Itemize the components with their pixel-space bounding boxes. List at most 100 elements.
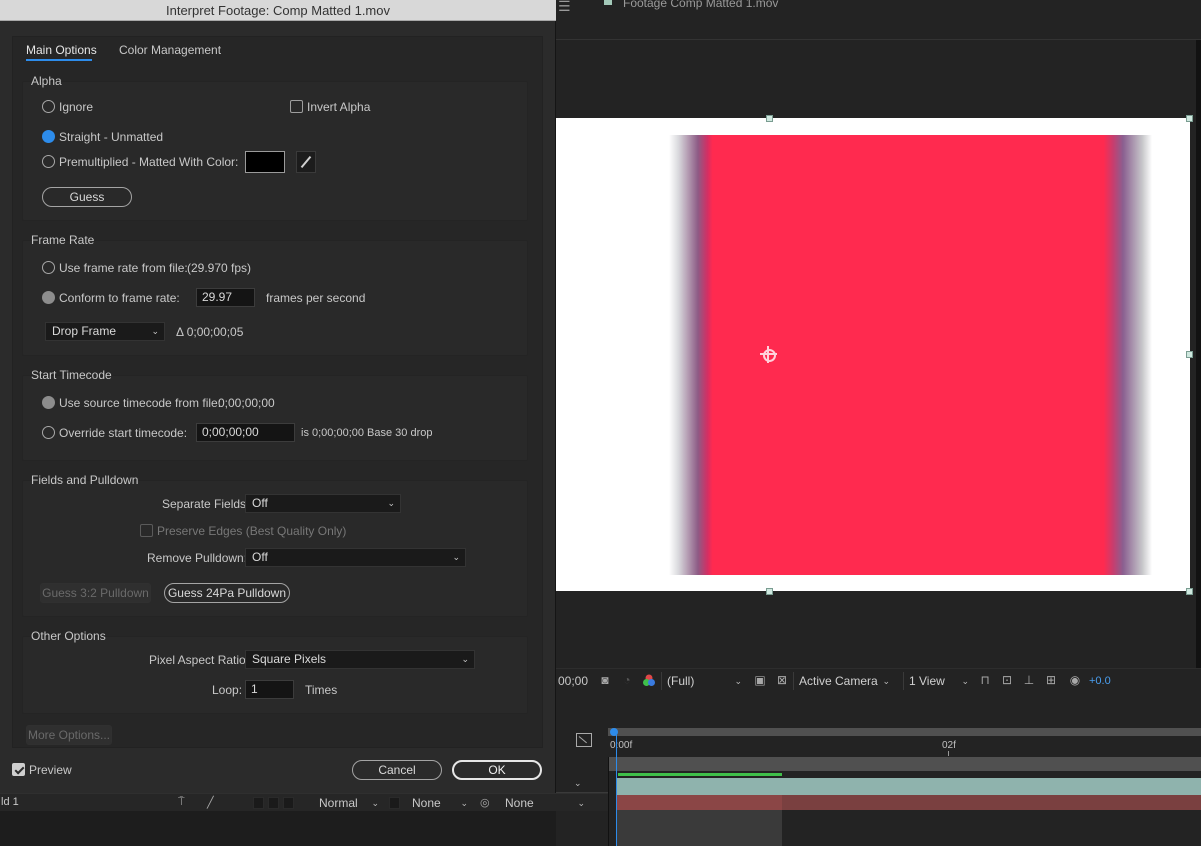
separate-fields-value: Off xyxy=(252,496,268,510)
resolution-dropdown[interactable]: (Full) ⌄ xyxy=(661,672,746,690)
work-area-bar[interactable] xyxy=(608,728,1201,736)
alpha-straight-radio[interactable] xyxy=(42,130,55,143)
cache-indicator xyxy=(618,773,782,776)
pick-whip-icon[interactable]: ◎ xyxy=(480,796,490,809)
transparency-grid-icon[interactable]: ⊠ xyxy=(775,674,789,687)
remove-pulldown-dropdown[interactable]: Off ⌄ xyxy=(245,548,466,567)
tab-main-options[interactable]: Main Options xyxy=(26,43,97,57)
chevron-down-icon: ⌄ xyxy=(961,676,969,686)
more-options-button[interactable]: More Options... xyxy=(26,725,112,745)
timeline-start-label: 0:00f xyxy=(610,740,633,751)
parent-dropdown[interactable]: None ⌄ xyxy=(505,795,587,811)
cancel-button[interactable]: Cancel xyxy=(352,760,442,780)
loop-input[interactable]: 1 xyxy=(245,680,294,699)
file-frame-rate-value: (29.970 fps) xyxy=(187,261,252,275)
timeline-icon[interactable]: ⊥ xyxy=(1022,674,1036,687)
track-matte-dropdown[interactable]: None ⌄ xyxy=(412,795,470,811)
switch-slot[interactable] xyxy=(268,797,279,809)
view-layout-dropdown[interactable]: 1 View ⌄ xyxy=(903,672,973,690)
layer-bar-1[interactable] xyxy=(617,778,1201,795)
preserve-edges-checkbox[interactable] xyxy=(140,524,153,537)
layer-name: ld 1 xyxy=(1,796,19,808)
override-timecode-input[interactable]: 0;00;00;00 xyxy=(196,423,295,442)
use-source-timecode-radio[interactable] xyxy=(42,396,55,409)
layer-header-dropdown[interactable]: ⌄ xyxy=(556,776,608,793)
preserve-transparency-toggle[interactable] xyxy=(389,797,400,809)
separate-fields-dropdown[interactable]: Off ⌄ xyxy=(245,494,401,513)
comp-mini-flowchart-icon[interactable] xyxy=(576,733,592,747)
parent-value: None xyxy=(505,796,534,810)
time-ruler[interactable] xyxy=(608,757,1201,771)
footage-label-swatch xyxy=(604,0,612,5)
current-time-indicator-head[interactable] xyxy=(610,728,618,736)
layer-row[interactable]: ld 1 ⍑ ╱ Normal ⌄ None ⌄ ◎ None ⌄ xyxy=(0,793,608,811)
transform-handle-right[interactable] xyxy=(1186,351,1193,358)
alpha-premultiplied-radio[interactable] xyxy=(42,155,55,168)
current-time-indicator[interactable] xyxy=(616,735,617,846)
toggle-pixel-aspect-icon[interactable]: ⊓ xyxy=(978,674,992,687)
conform-frame-rate-input[interactable]: 29.97 xyxy=(196,288,255,307)
show-snapshot-icon[interactable]: ◔ xyxy=(620,674,634,687)
exposure-value[interactable]: +0.0 xyxy=(1089,673,1111,689)
viewer-edge xyxy=(1196,40,1201,690)
region-of-interest-icon[interactable]: ▣ xyxy=(753,674,767,687)
invert-alpha-checkbox[interactable] xyxy=(290,100,303,113)
fields-pulldown-group-title: Fields and Pulldown xyxy=(31,473,139,487)
viewer-timecode[interactable]: 00;00 xyxy=(558,673,588,689)
active-tab-indicator xyxy=(26,59,92,61)
guess-alpha-button[interactable]: Guess xyxy=(42,187,132,207)
snapshot-camera-icon[interactable]: ◙ xyxy=(598,674,612,687)
loop-label: Loop: xyxy=(212,683,243,697)
preview-checkbox[interactable] xyxy=(12,763,25,776)
chevron-down-icon: ⌄ xyxy=(371,798,379,808)
transform-handle-bottom-right[interactable] xyxy=(1186,588,1193,595)
viewer-tab-label[interactable]: Footage Comp Matted 1.mov xyxy=(623,0,778,10)
pixel-aspect-ratio-dropdown[interactable]: Square Pixels ⌄ xyxy=(245,650,475,669)
matte-color-swatch[interactable] xyxy=(245,151,285,173)
switch-slot[interactable] xyxy=(283,797,294,809)
switch-slot[interactable] xyxy=(253,797,264,809)
loop-times-label: Times xyxy=(305,683,338,697)
transform-handle-top-right[interactable] xyxy=(1186,115,1193,122)
transform-handle-top[interactable] xyxy=(766,115,773,122)
timeline-divider xyxy=(608,757,609,846)
chevron-down-icon: ⌄ xyxy=(461,654,469,664)
transform-handle-bottom[interactable] xyxy=(766,588,773,595)
use-file-frame-rate-radio[interactable] xyxy=(42,261,55,274)
timeline-02f-label: 02f xyxy=(942,740,956,751)
layer-bar-2-tail xyxy=(782,795,1201,810)
blend-mode-dropdown[interactable]: Normal ⌄ xyxy=(319,795,381,811)
source-timecode-value: 0;00;00;00 xyxy=(218,396,275,410)
color-channels-icon[interactable] xyxy=(642,674,656,687)
tab-color-management[interactable]: Color Management xyxy=(119,43,221,57)
use-file-frame-rate-label: Use frame rate from file: xyxy=(59,261,188,275)
alpha-group-title: Alpha xyxy=(31,74,62,88)
eyedropper-icon[interactable] xyxy=(296,151,316,173)
drop-frame-delta: Δ 0;00;00;05 xyxy=(176,325,244,339)
other-options-group-title: Other Options xyxy=(31,629,106,643)
track-matte-value: None xyxy=(412,796,441,810)
flowchart-icon[interactable]: ⊞ xyxy=(1044,674,1058,687)
quality-switch-icon[interactable]: ╱ xyxy=(207,796,214,809)
panel-menu-icon[interactable]: ☰ xyxy=(558,0,571,15)
chevron-down-icon: ⌄ xyxy=(734,676,742,686)
camera-dropdown[interactable]: Active Camera ⌄ xyxy=(793,672,894,690)
fps-unit-label: frames per second xyxy=(266,291,366,305)
drop-frame-dropdown[interactable]: Drop Frame ⌄ xyxy=(45,322,165,341)
chevron-down-icon: ⌄ xyxy=(574,778,582,788)
reset-exposure-icon[interactable]: ◉ xyxy=(1068,674,1082,687)
conform-frame-rate-label: Conform to frame rate: xyxy=(59,291,180,305)
chevron-down-icon: ⌄ xyxy=(460,798,468,808)
fast-previews-icon[interactable]: ⊡ xyxy=(1000,674,1014,687)
override-timecode-radio[interactable] xyxy=(42,426,55,439)
shy-switch-icon[interactable]: ⍑ xyxy=(178,796,185,809)
chevron-down-icon: ⌄ xyxy=(452,552,460,562)
ok-button[interactable]: OK xyxy=(452,760,542,780)
alpha-ignore-radio[interactable] xyxy=(42,100,55,113)
conform-frame-rate-radio[interactable] xyxy=(42,291,55,304)
anchor-point-icon[interactable] xyxy=(760,346,777,363)
viewer-toolbar: 00;00 ◙ ◔ (Full) ⌄ ▣ ⊠ Active Camera ⌄ 1 V… xyxy=(556,668,1201,692)
guess-32-pulldown-button[interactable]: Guess 3:2 Pulldown xyxy=(40,583,151,603)
guess-24pa-pulldown-button[interactable]: Guess 24Pa Pulldown xyxy=(164,583,290,603)
timecode-info-label: is 0;00;00;00 Base 30 drop xyxy=(301,427,433,439)
